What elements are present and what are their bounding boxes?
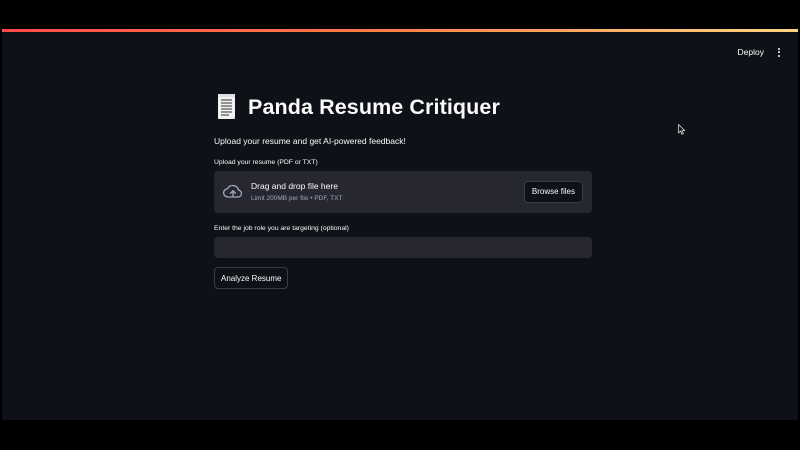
upload-label: Upload your resume (PDF or TXT)	[214, 159, 318, 166]
dropzone-title: Drag and drop file here	[251, 181, 338, 191]
dropzone-text: Drag and drop file here Limit 200MB per …	[251, 181, 342, 202]
main-content: Panda Resume Critiquer Upload your resum…	[212, 87, 592, 289]
analyze-resume-button[interactable]: Analyze Resume	[214, 267, 289, 289]
app-frame: Deploy Panda Resume Critiquer Upload you…	[2, 29, 798, 420]
browse-files-button[interactable]: Browse files	[523, 181, 583, 203]
dropzone-limit: Limit 200MB per file • PDF, TXT	[251, 195, 343, 202]
title-row: Panda Resume Critiquer	[212, 87, 592, 127]
file-dropzone[interactable]: Drag and drop file here Limit 200MB per …	[214, 171, 592, 213]
page-with-curl-icon	[218, 94, 235, 119]
job-role-label: Enter the job role you are targeting (op…	[214, 225, 349, 232]
job-role-input[interactable]	[214, 237, 592, 258]
deploy-button[interactable]: Deploy	[734, 42, 768, 62]
page-subtitle: Upload your resume and get AI-powered fe…	[214, 136, 406, 146]
mouse-pointer-icon	[678, 124, 686, 135]
vertical-ellipsis-icon[interactable]	[774, 42, 784, 62]
app-header: Deploy	[2, 32, 798, 70]
cloud-upload-icon	[223, 184, 243, 198]
page-title: Panda Resume Critiquer	[248, 94, 500, 119]
